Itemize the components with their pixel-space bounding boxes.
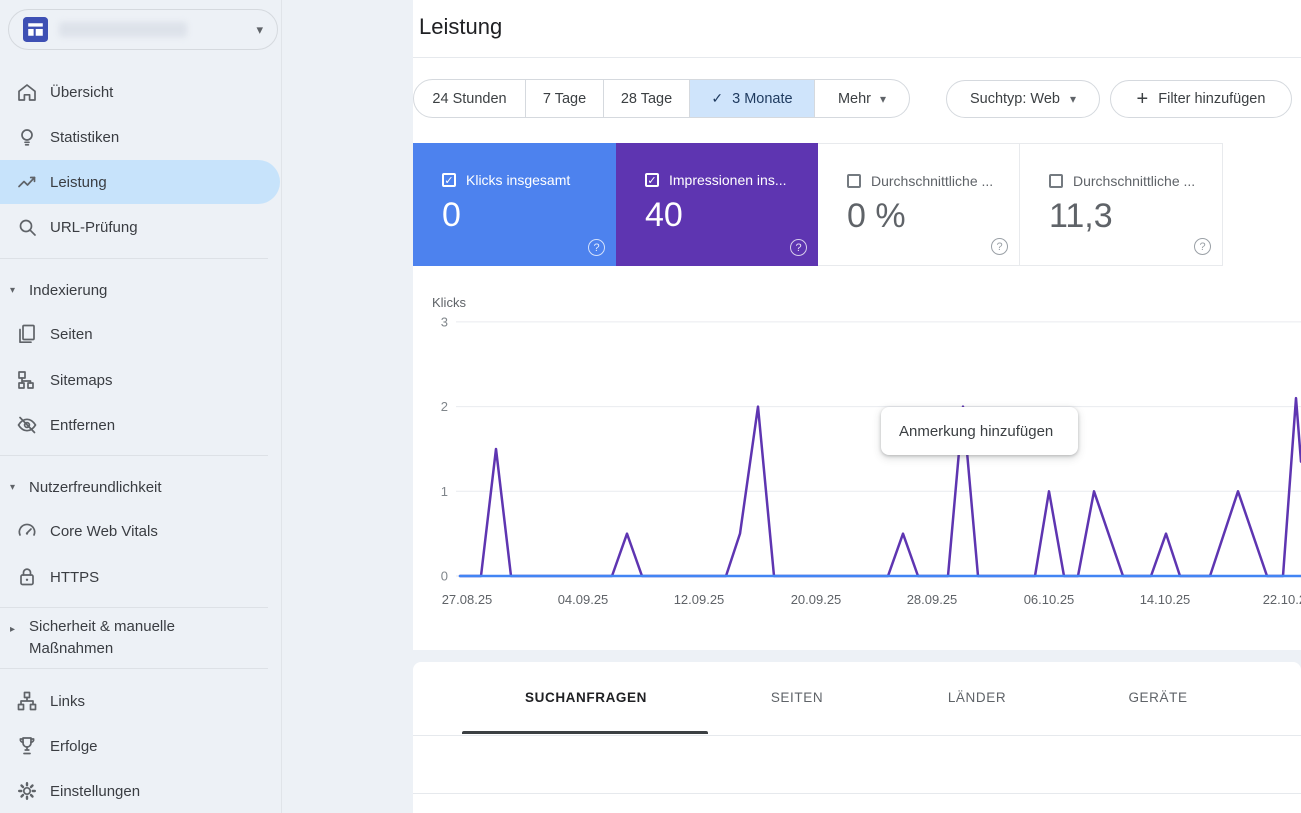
sitemap-icon [15,368,39,392]
tables-panel: SUCHANFRAGEN SEITEN LÄNDER GERÄTE [413,662,1301,813]
performance-trend-icon [15,170,39,194]
home-icon [15,80,39,104]
divider [0,607,268,608]
sidebar-item-statistiken[interactable]: Statistiken [0,115,280,159]
eye-off-icon [15,413,39,437]
performance-panel: Leistung 24 Stunden 7 Tage 28 Tage ✓ 3 M… [413,0,1301,650]
chevron-down-icon: ▾ [10,285,23,296]
sidebar-section-label: Indexierung [29,282,107,299]
sidebar-item-label: Einstellungen [50,783,140,800]
divider [0,668,268,669]
svg-text:Klicks: Klicks [432,295,466,310]
sidebar-item-links[interactable]: Links [0,679,280,723]
trophy-icon [15,734,39,758]
lightbulb-icon [15,125,39,149]
svg-text:3: 3 [441,314,448,329]
chevron-right-icon: ▸ [10,624,23,635]
sidebar-item-erfolge[interactable]: Erfolge [0,724,280,768]
active-tab-underline [462,731,708,734]
sidebar-item-einstellungen[interactable]: Einstellungen [0,769,280,813]
sidebar-item-entfernen[interactable]: Entfernen [0,403,280,447]
sidebar-item-https[interactable]: HTTPS [0,555,280,599]
sidebar-section-label: Nutzerfreundlichkeit [29,479,162,496]
links-hierarchy-icon [15,689,39,713]
sidebar-section-label: Sicherheit & manuelle Maßnahmen [29,616,175,660]
sidebar-item-uebersicht[interactable]: Übersicht [0,70,280,114]
sidebar: ▾ Übersicht Statistiken Leistung URL-Prü… [0,0,282,813]
tab-suchanfragen[interactable]: SUCHANFRAGEN [525,662,647,734]
sidebar-item-leistung[interactable]: Leistung [0,160,280,204]
sidebar-item-label: Erfolge [50,738,98,755]
search-icon [15,215,39,239]
tooltip-label: Anmerkung hinzufügen [899,423,1053,440]
add-annotation-tooltip[interactable]: Anmerkung hinzufügen [881,407,1078,455]
sidebar-item-label: Links [50,693,85,710]
sidebar-item-label: Core Web Vitals [50,523,158,540]
pages-icon [15,322,39,346]
svg-text:28.09.25: 28.09.25 [907,592,958,607]
svg-text:1: 1 [441,484,448,499]
divider [0,258,268,259]
chevron-down-icon: ▾ [10,482,23,493]
sidebar-item-core-web-vitals[interactable]: Core Web Vitals [0,509,280,553]
sidebar-item-label: Sitemaps [50,372,113,389]
chevron-down-icon: ▾ [256,22,263,38]
tab-laender[interactable]: LÄNDER [948,662,1006,734]
svg-text:04.09.25: 04.09.25 [558,592,609,607]
divider [0,455,268,456]
tab-seiten[interactable]: SEITEN [771,662,823,734]
svg-text:20.09.25: 20.09.25 [791,592,842,607]
svg-text:27.08.25: 27.08.25 [442,592,493,607]
tab-geraete[interactable]: GERÄTE [1128,662,1187,734]
sidebar-item-label: Statistiken [50,129,119,146]
svg-text:06.10.25: 06.10.25 [1024,592,1075,607]
divider [413,735,1301,736]
sidebar-item-seiten[interactable]: Seiten [0,312,280,356]
sidebar-item-label: HTTPS [50,569,99,586]
lock-icon [15,565,39,589]
svg-text:22.10.25: 22.10.25 [1263,592,1301,607]
property-selector[interactable]: ▾ [8,9,278,50]
sidebar-item-sitemaps[interactable]: Sitemaps [0,358,280,402]
svg-text:12.09.25: 12.09.25 [674,592,725,607]
sidebar-item-label: Entfernen [50,417,115,434]
sidebar-section-indexierung[interactable]: ▾ Indexierung [0,275,280,305]
property-name-redacted [59,22,187,37]
divider [413,793,1301,794]
gear-icon [15,779,39,803]
sidebar-item-label: Seiten [50,326,93,343]
svg-text:0: 0 [441,569,448,584]
domain-property-icon [23,17,48,42]
sidebar-item-url-pruefung[interactable]: URL-Prüfung [0,205,280,249]
clicks-chart-svg[interactable]: Klicks 3 2 1 0 27.08.25 04.09.25 12.09.25 20.09.… [413,0,1301,650]
sidebar-item-label: Übersicht [50,84,113,101]
speedometer-icon [15,519,39,543]
sidebar-section-sicherheit[interactable]: ▸ Sicherheit & manuelle Maßnahmen [0,616,280,664]
sidebar-item-label: Leistung [50,174,107,191]
sidebar-section-nutzerfreundlichkeit[interactable]: ▾ Nutzerfreundlichkeit [0,472,280,502]
svg-text:2: 2 [441,399,448,414]
svg-text:14.10.25: 14.10.25 [1140,592,1191,607]
sidebar-item-label: URL-Prüfung [50,219,138,236]
